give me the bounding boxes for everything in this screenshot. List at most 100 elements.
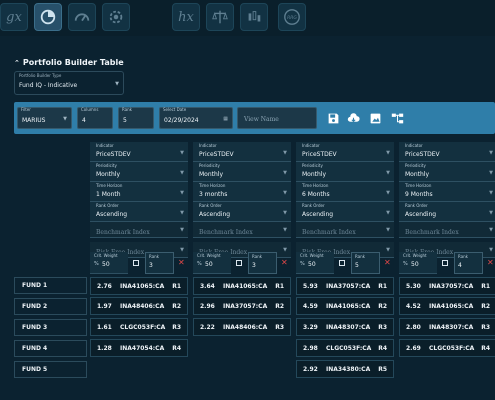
candlestick-icon[interactable] <box>240 3 268 31</box>
column-checkbox[interactable] <box>339 260 345 266</box>
chevron-down-icon: ▼ <box>489 190 493 196</box>
result-cell[interactable]: 2.80 INA48307:CA R3 <box>399 318 495 336</box>
column-rank-input[interactable]: Rank 5 <box>351 252 380 274</box>
indicator-select[interactable]: Indicator PriceSTDEV ▼ <box>193 142 291 162</box>
rank-order-select[interactable]: Rank Order Ascending ▼ <box>90 202 188 222</box>
result-rank: R3 <box>275 324 284 331</box>
result-cell[interactable]: 5.30 INA37057:CA R1 <box>399 277 495 295</box>
result-cell[interactable]: 4.52 INA41065:CA R2 <box>399 297 495 315</box>
calendar-icon[interactable]: ▦ <box>223 116 228 122</box>
rank-input[interactable]: Rank 5 <box>118 107 154 129</box>
rrg-icon[interactable]: RRG <box>278 3 306 31</box>
hx-label: hx <box>178 9 194 25</box>
result-cell[interactable]: 2.92 INA34380:CA R5 <box>296 360 394 378</box>
benchmark-index-select[interactable]: Benchmark Index ▼ <box>90 222 188 238</box>
fund-label[interactable]: FUND 4 <box>14 340 87 357</box>
result-cell[interactable]: 2.98 CLGC053F:CA R4 <box>296 339 394 357</box>
image-export-icon[interactable] <box>368 111 382 125</box>
time-horizon-select[interactable]: Time Horizon 1 Month ▼ <box>90 182 188 202</box>
chevron-down-icon: ▼ <box>386 227 390 233</box>
field-label: Time Horizon <box>96 183 123 188</box>
field-label: Periodicity <box>199 163 220 168</box>
periodicity-select[interactable]: Periodicity Monthly ▼ <box>193 162 291 182</box>
indicator-select[interactable]: Indicator PriceSTDEV ▼ <box>90 142 188 162</box>
result-cell[interactable]: 5.93 INA37057:CA R1 <box>296 277 394 295</box>
delete-column-icon[interactable]: ✕ <box>281 258 288 267</box>
portfolio-type-value: Fund IQ - Indicative <box>19 82 78 89</box>
periodicity-select[interactable]: Periodicity Monthly ▼ <box>296 162 394 182</box>
delete-column-icon[interactable]: ✕ <box>384 258 391 267</box>
chevron-down-icon: ▼ <box>180 227 184 233</box>
criteria-weight-input[interactable]: Crit. Weight% 50 <box>193 252 231 274</box>
rank-order-select[interactable]: Rank Order Ascending ▼ <box>399 202 495 222</box>
result-cell[interactable]: 2.96 INA37057:CA R2 <box>193 297 291 315</box>
result-cell[interactable]: 3.29 INA48307:CA R3 <box>296 318 394 336</box>
portfolio-type-select[interactable]: Portfolio Builder Type Fund IQ - Indicat… <box>14 71 124 95</box>
periodicity-select[interactable]: Periodicity Monthly ▼ <box>399 162 495 182</box>
delete-column-icon[interactable]: ✕ <box>178 258 185 267</box>
criteria-weight-input[interactable]: Crit. Weight% 50 <box>296 252 334 274</box>
indicator-select[interactable]: Indicator PriceSTDEV ▼ <box>399 142 495 162</box>
time-horizon-select[interactable]: Time Horizon 6 Months ▼ <box>296 182 394 202</box>
fund-label[interactable]: FUND 5 <box>14 361 87 378</box>
column-rank-input[interactable]: Rank 3 <box>248 252 277 274</box>
result-cell[interactable]: 2.22 INA48406:CA R3 <box>193 318 291 336</box>
pie-chart-icon[interactable] <box>34 3 62 31</box>
benchmark-index-select[interactable]: Benchmark Index ▼ <box>399 222 495 238</box>
result-cell[interactable]: 1.61 CLGC053F:CA R3 <box>90 318 188 336</box>
rank-label: Rank <box>122 107 132 112</box>
settings-gear-icon[interactable] <box>102 3 130 31</box>
chevron-down-icon: ▼ <box>489 170 493 176</box>
fund-label[interactable]: FUND 1 <box>14 277 87 294</box>
field-value: 6 Months <box>302 191 330 198</box>
filter-select[interactable]: Filter MARIUS ▼ <box>17 107 72 129</box>
columns-input[interactable]: Columns 4 <box>77 107 113 129</box>
field-value: PriceSTDEV <box>96 151 131 158</box>
field-label: Periodicity <box>405 163 426 168</box>
result-rank: R1 <box>172 283 181 290</box>
section-title[interactable]: ⌃ Portfolio Builder Table <box>14 58 124 67</box>
result-rank: R1 <box>481 283 490 290</box>
result-value: 5.93 <box>303 283 318 290</box>
result-cell[interactable]: 2.69 CLGC053F:CA R4 <box>399 339 495 357</box>
benchmark-index-select[interactable]: Benchmark Index ▼ <box>193 222 291 238</box>
benchmark-index-select[interactable]: Benchmark Index ▼ <box>296 222 394 238</box>
balance-scale-icon[interactable] <box>206 3 234 31</box>
view-name-input[interactable]: View Name <box>237 107 317 129</box>
cloud-download-icon[interactable] <box>346 111 360 125</box>
date-input[interactable]: Select Date 02/29/2024 ▦ <box>159 107 233 129</box>
weight-value: 50 <box>102 261 110 268</box>
periodicity-select[interactable]: Periodicity Monthly ▼ <box>90 162 188 182</box>
gx-icon[interactable]: gx <box>0 3 28 31</box>
field-value: Monthly <box>199 171 224 178</box>
save-icon[interactable] <box>326 111 340 125</box>
result-cell[interactable]: 1.97 INA48406:CA R2 <box>90 297 188 315</box>
result-cell[interactable]: 4.59 INA41065:CA R2 <box>296 297 394 315</box>
field-value: Monthly <box>405 171 430 178</box>
gauge-icon[interactable] <box>68 3 96 31</box>
result-value: 2.22 <box>200 324 215 331</box>
column-checkbox[interactable] <box>442 260 448 266</box>
delete-column-icon[interactable]: ✕ <box>487 258 494 267</box>
indicator-select[interactable]: Indicator PriceSTDEV ▼ <box>296 142 394 162</box>
criteria-weight-input[interactable]: Crit. Weight% 50 <box>90 252 128 274</box>
result-value: 1.97 <box>97 303 112 310</box>
fund-label[interactable]: FUND 2 <box>14 298 87 315</box>
fund-label[interactable]: FUND 3 <box>14 319 87 336</box>
hx-icon[interactable]: hx <box>172 3 200 31</box>
time-horizon-select[interactable]: Time Horizon 3 months ▼ <box>193 182 291 202</box>
time-horizon-select[interactable]: Time Horizon 9 Months ▼ <box>399 182 495 202</box>
column-checkbox[interactable] <box>133 260 139 266</box>
column-rank-input[interactable]: Rank 4 <box>454 252 483 274</box>
column-checkbox[interactable] <box>236 260 242 266</box>
result-cell[interactable]: 3.64 INA41065:CA R1 <box>193 277 291 295</box>
result-cell[interactable]: 1.28 INA47054:CA R4 <box>90 339 188 357</box>
percent-label: % <box>94 261 99 267</box>
column-rank-input[interactable]: Rank 3 <box>145 252 174 274</box>
hierarchy-icon[interactable] <box>390 111 404 125</box>
criteria-weight-input[interactable]: Crit. Weight% 50 <box>399 252 437 274</box>
result-value: 3.64 <box>200 283 215 290</box>
rank-order-select[interactable]: Rank Order Ascending ▼ <box>193 202 291 222</box>
rank-order-select[interactable]: Rank Order Ascending ▼ <box>296 202 394 222</box>
result-cell[interactable]: 2.76 INA41065:CA R1 <box>90 277 188 295</box>
